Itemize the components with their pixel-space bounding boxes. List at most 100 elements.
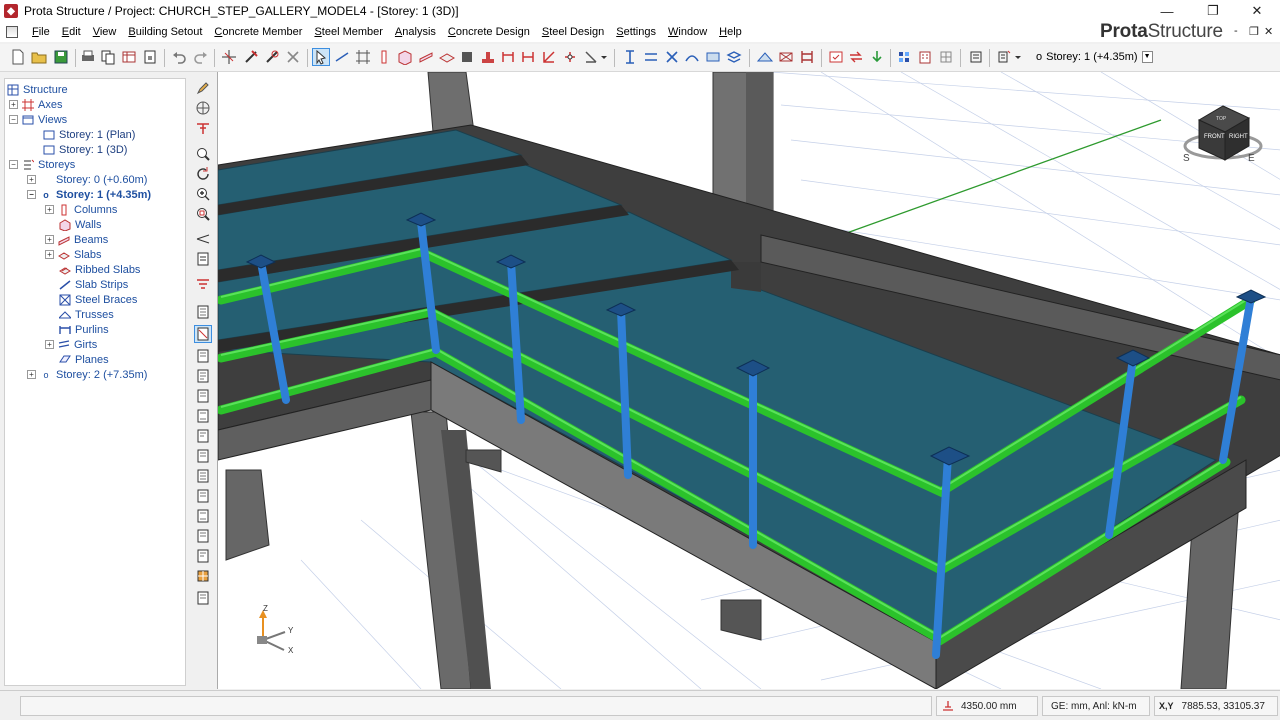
line-icon[interactable]	[334, 49, 350, 65]
column-tool-icon[interactable]	[376, 49, 392, 65]
export-icon[interactable]	[142, 49, 158, 65]
trim-icon[interactable]	[264, 49, 280, 65]
visibility-slabs-icon[interactable]	[195, 348, 211, 364]
cross-brace-icon[interactable]	[664, 49, 680, 65]
align-icon[interactable]	[643, 49, 659, 65]
building-icon[interactable]	[917, 49, 933, 65]
expand-icon[interactable]: +	[45, 250, 54, 259]
delete-member-icon[interactable]	[243, 49, 259, 65]
purlin-tool-icon[interactable]	[799, 49, 815, 65]
slab-tool-icon[interactable]	[439, 49, 455, 65]
tree-node-girts[interactable]: + Girts	[45, 337, 97, 352]
list-view-icon[interactable]	[968, 49, 984, 65]
pattern-icon[interactable]	[896, 49, 912, 65]
check-model-icon[interactable]	[828, 49, 844, 65]
move-icon[interactable]	[221, 49, 237, 65]
visibility-loads-icon[interactable]	[195, 408, 211, 424]
load-tool-icon[interactable]	[583, 49, 599, 65]
visibility-columns-icon[interactable]	[195, 304, 211, 320]
tree-node-planes[interactable]: Planes	[59, 352, 109, 367]
menu-edit[interactable]: Edit	[56, 22, 87, 42]
steel-frame-icon[interactable]	[520, 49, 536, 65]
menu-steel-member[interactable]: Steel Member	[308, 22, 388, 42]
close-button[interactable]: ✕	[1234, 0, 1280, 22]
dropdown-arrow-icon[interactable]	[600, 49, 608, 65]
expand-icon[interactable]: +	[45, 205, 54, 214]
grid-icon[interactable]	[355, 49, 371, 65]
visibility-trusses-icon[interactable]	[195, 488, 211, 504]
arch-icon[interactable]	[684, 49, 700, 65]
restore-button[interactable]: ❐	[1190, 0, 1236, 22]
structural-model-view[interactable]: FRONT RIGHT TOP S E Z Y X	[218, 72, 1280, 689]
connection-tool-icon[interactable]	[562, 49, 578, 65]
new-file-icon[interactable]	[10, 49, 26, 65]
roof-icon[interactable]	[757, 49, 773, 65]
tree-node-storey1-3d[interactable]: Storey: 1 (3D)	[43, 142, 127, 157]
transfer-icon[interactable]	[848, 49, 864, 65]
menu-window[interactable]: Window	[662, 22, 713, 42]
redo-icon[interactable]	[193, 49, 209, 65]
layers-icon[interactable]	[726, 49, 742, 65]
minimize-button[interactable]: —	[1144, 0, 1190, 22]
menu-analysis[interactable]: Analysis	[389, 22, 442, 42]
visibility-axes-icon[interactable]	[195, 388, 211, 404]
select-pointer-icon[interactable]	[312, 48, 330, 66]
brace-tool-icon[interactable]	[541, 49, 557, 65]
truss-tool-icon[interactable]	[778, 49, 794, 65]
tree-node-storeys[interactable]: − Storeys	[9, 157, 75, 172]
foundation-tool-icon[interactable]	[459, 49, 475, 65]
visibility-planes-icon[interactable]	[195, 548, 211, 564]
clipboard-icon[interactable]	[195, 251, 211, 267]
storey-dropdown-icon[interactable]	[1014, 49, 1022, 65]
erase-icon[interactable]	[285, 49, 301, 65]
beam-tool-icon[interactable]	[418, 49, 434, 65]
tree-node-columns[interactable]: + Columns	[45, 202, 117, 217]
zoom-window-icon[interactable]	[195, 146, 211, 162]
storey-selector[interactable]: o Storey: 1 (+4.35m) ▼	[1036, 49, 1153, 65]
perspective-icon[interactable]	[195, 231, 211, 247]
tree-node-storey0[interactable]: + Storey: 0 (+0.60m)	[27, 172, 147, 187]
tree-node-slab-strips[interactable]: Slab Strips	[59, 277, 128, 292]
save-icon[interactable]	[53, 49, 69, 65]
mdi-close-button[interactable]: ✕	[1264, 25, 1273, 38]
expand-icon[interactable]: +	[45, 235, 54, 244]
chevron-down-icon[interactable]: ▼	[1141, 51, 1153, 63]
menu-concrete-design[interactable]: Concrete Design	[442, 22, 536, 42]
tree-node-beams[interactable]: + Beams	[45, 232, 108, 247]
table-icon[interactable]	[121, 49, 137, 65]
mdi-restore-button[interactable]: ❐	[1249, 25, 1259, 38]
visibility-labels-icon[interactable]	[195, 428, 211, 444]
menu-settings[interactable]: Settings	[610, 22, 662, 42]
grid-view-icon[interactable]	[938, 49, 954, 65]
visibility-dimensions-icon[interactable]	[195, 448, 211, 464]
visibility-walls-icon[interactable]	[195, 368, 211, 384]
menu-building-setout[interactable]: Building Setout	[122, 22, 208, 42]
document-icon[interactable]	[6, 26, 18, 38]
3d-viewport[interactable]: FRONT RIGHT TOP S E Z Y X	[217, 72, 1280, 689]
panel-icon[interactable]	[705, 49, 721, 65]
mdi-minimize-button[interactable]: -	[1234, 25, 1238, 37]
visibility-steel-icon[interactable]	[195, 468, 211, 484]
tree-node-slabs[interactable]: + Slabs	[45, 247, 102, 262]
tree-node-ribbed-slabs[interactable]: Ribbed Slabs	[59, 262, 140, 277]
open-folder-icon[interactable]	[31, 49, 47, 65]
tree-node-trusses[interactable]: Trusses	[59, 307, 114, 322]
tree-node-walls[interactable]: Walls	[59, 217, 101, 232]
tree-node-views[interactable]: − Views	[9, 112, 67, 127]
wall-tool-icon[interactable]	[397, 49, 413, 65]
visibility-girts-icon[interactable]	[195, 528, 211, 544]
tree-node-storey2[interactable]: + o Storey: 2 (+7.35m)	[27, 367, 147, 382]
storey-list-icon[interactable]	[996, 49, 1012, 65]
globe-icon[interactable]	[195, 100, 211, 116]
menu-concrete-member[interactable]: Concrete Member	[208, 22, 308, 42]
pencil-icon[interactable]	[195, 80, 211, 96]
expand-icon[interactable]: +	[45, 340, 54, 349]
menu-file[interactable]: File	[26, 22, 56, 42]
visibility-reset-icon[interactable]	[195, 590, 211, 606]
tree-node-storey1-plan[interactable]: Storey: 1 (Plan)	[43, 127, 135, 142]
visibility-purlins-icon[interactable]	[195, 508, 211, 524]
render-mode-icon[interactable]	[195, 568, 211, 584]
tree-node-structure[interactable]: Structure	[7, 82, 68, 97]
undo-icon[interactable]	[171, 49, 187, 65]
footing-tool-icon[interactable]	[480, 49, 496, 65]
